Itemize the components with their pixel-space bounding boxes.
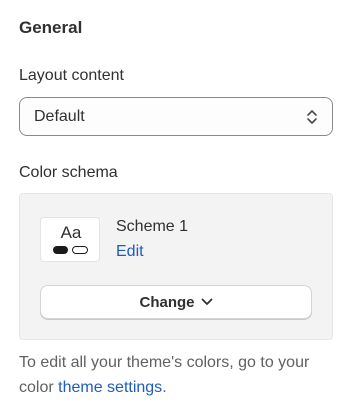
settings-panel: General Layout content Default Color sch… [0,0,349,414]
chevron-down-icon [201,293,213,311]
change-button-label: Change [139,293,195,311]
help-text-after: . [162,379,167,396]
theme-settings-link[interactable]: theme settings [58,379,162,396]
layout-content-value: Default [34,107,85,125]
color-scheme-card: Aa Scheme 1 Edit Change [19,193,333,340]
section-title: General [19,18,83,37]
swatch-outline-button-preview [72,246,88,254]
layout-content-select[interactable]: Default [19,97,333,136]
scheme-swatch-preview: Aa [40,217,100,262]
select-chevrons-icon [306,108,318,126]
layout-content-label: Layout content [19,67,124,84]
color-schema-label: Color schema [19,164,118,181]
swatch-solid-button-preview [53,246,68,254]
scheme-name: Scheme 1 [116,218,189,235]
change-scheme-button[interactable]: Change [40,285,312,319]
swatch-sample-text: Aa [60,223,82,242]
scheme-edit-link[interactable]: Edit [116,243,144,261]
help-text: To edit all your theme's colors, go to y… [19,350,339,400]
